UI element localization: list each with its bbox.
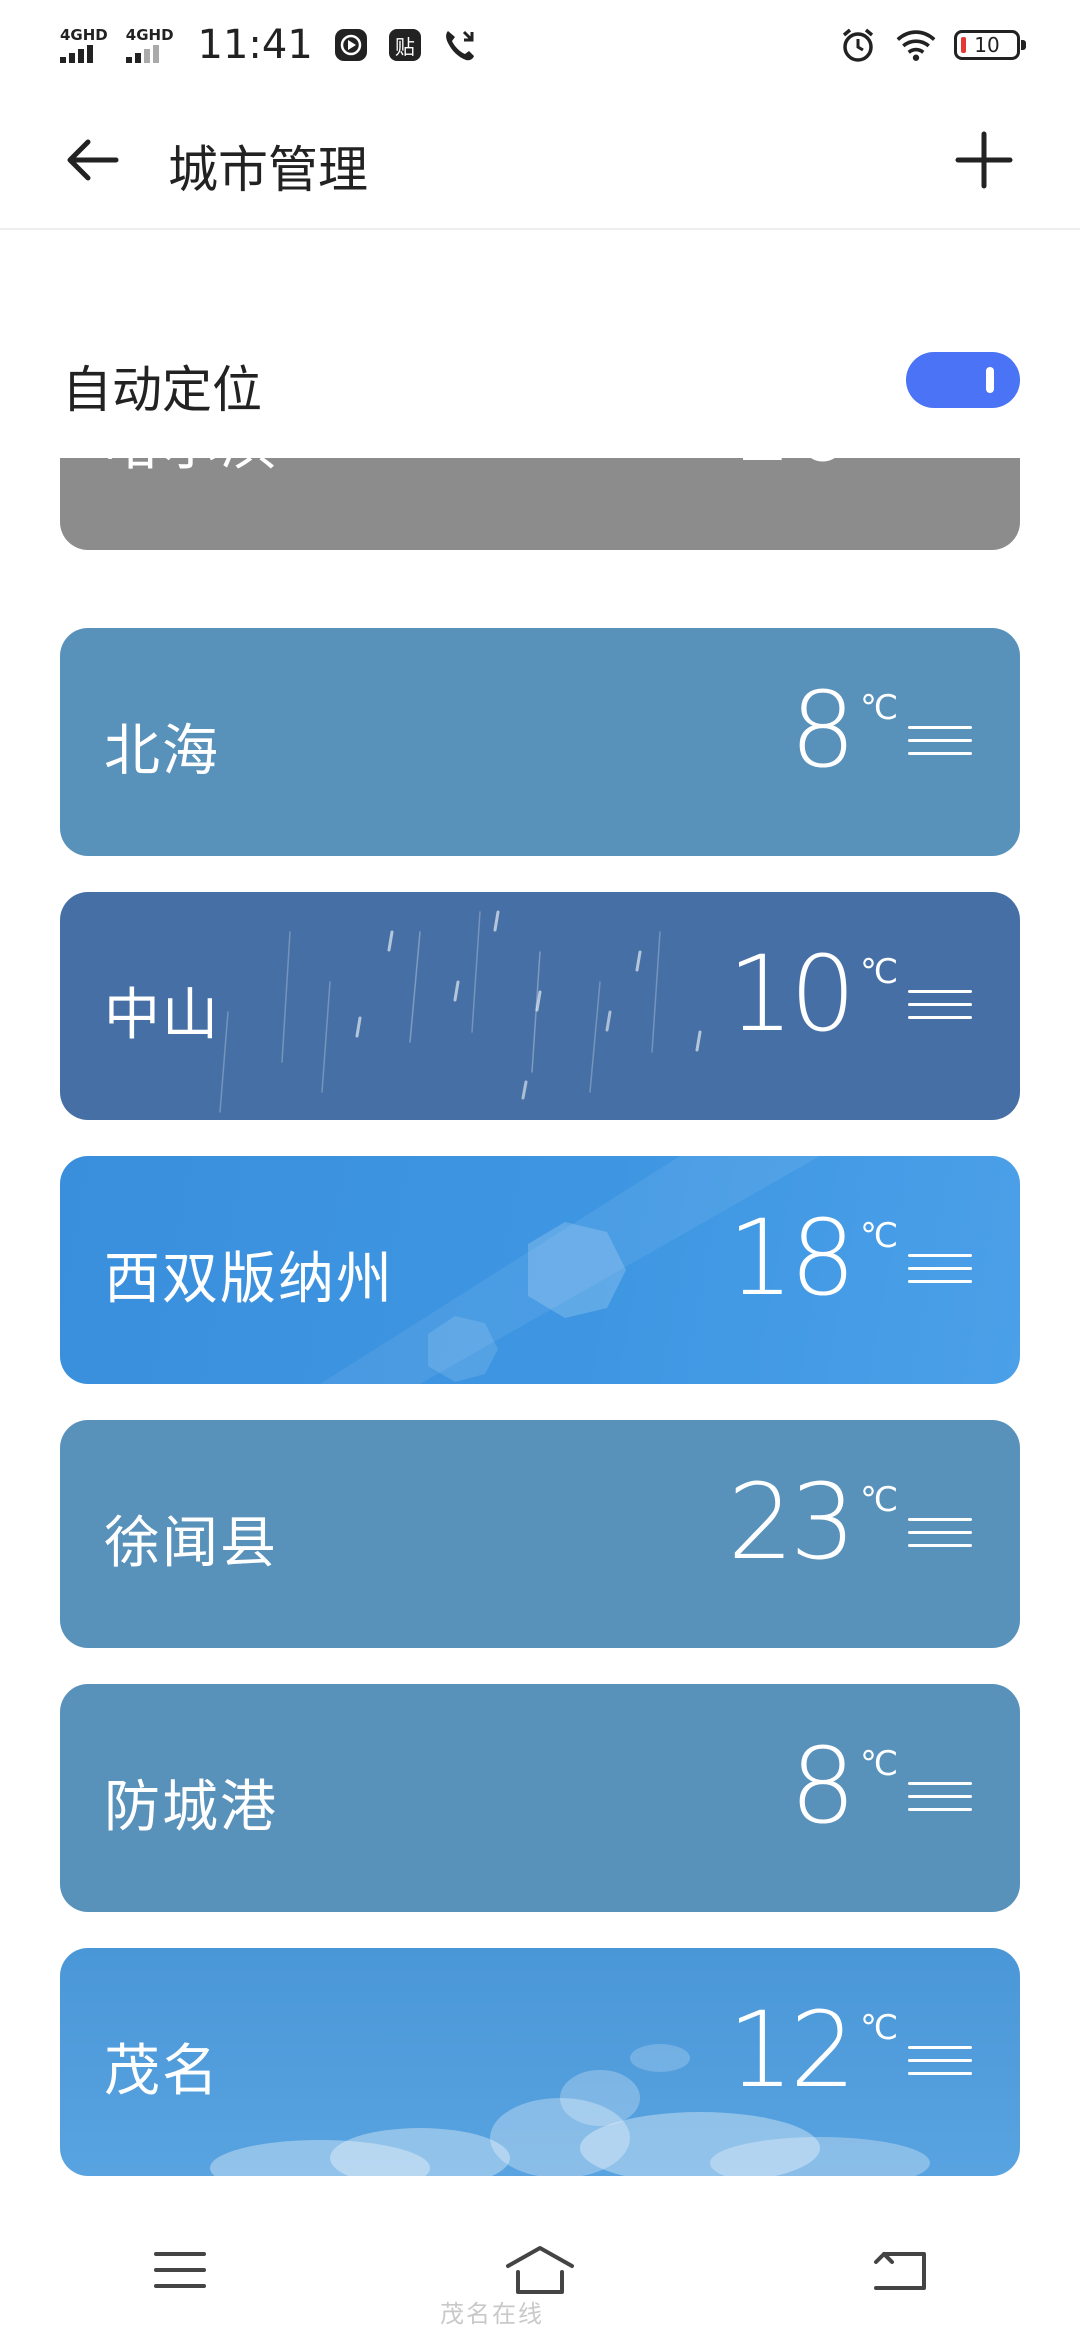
status-left: 4GHD 4GHD 11:41 贴 bbox=[60, 22, 479, 68]
status-time: 11:41 bbox=[197, 22, 313, 68]
page-title: 城市管理 bbox=[168, 141, 368, 199]
back-nav-button[interactable] bbox=[850, 2230, 950, 2310]
city-temperature: -10 bbox=[694, 458, 856, 476]
menu-icon bbox=[154, 2252, 206, 2288]
temperature-unit: ℃ bbox=[860, 952, 899, 992]
signal-icon: 4GHD bbox=[125, 25, 174, 63]
city-name: 徐闻县 bbox=[104, 1511, 278, 1576]
drag-handle-icon[interactable] bbox=[908, 726, 972, 760]
temperature-unit: ℃ bbox=[860, 688, 899, 728]
signal-bars bbox=[125, 44, 159, 63]
signal-label: 4GHD bbox=[125, 25, 174, 44]
drag-handle-icon[interactable] bbox=[908, 1518, 972, 1552]
city-name: 茂名 bbox=[104, 2039, 220, 2104]
city-name: 哈尔滨 bbox=[104, 458, 278, 481]
app-bar: 城市管理 bbox=[0, 90, 1080, 230]
home-icon bbox=[506, 2246, 574, 2294]
toggle-knob bbox=[986, 367, 994, 393]
city-temperature: 12 bbox=[727, 1989, 856, 2111]
drag-handle-icon[interactable] bbox=[908, 2046, 972, 2080]
city-temperature: 18 bbox=[727, 1197, 856, 1319]
temperature-unit: ℃ bbox=[860, 1744, 899, 1784]
signal-bars bbox=[60, 44, 93, 63]
status-right: 10 bbox=[838, 25, 1026, 65]
alarm-icon bbox=[838, 25, 878, 65]
city-temperature: 23 bbox=[727, 1461, 856, 1583]
back-arrow-icon bbox=[67, 139, 119, 181]
city-temperature: 8 bbox=[789, 669, 856, 791]
plus-icon bbox=[955, 131, 1013, 189]
city-name: 防城港 bbox=[104, 1775, 278, 1840]
auto-location-toggle[interactable] bbox=[906, 352, 1020, 408]
drag-handle-icon[interactable] bbox=[908, 990, 972, 1024]
city-list: 哈尔滨 -10 ℃ 北海 8 ℃ bbox=[60, 458, 1020, 2180]
city-card[interactable]: 徐闻县 23 ℃ bbox=[60, 1420, 1020, 1648]
temperature-unit: ℃ bbox=[860, 2008, 899, 2048]
battery-level: 10 bbox=[974, 33, 1000, 57]
play-icon bbox=[331, 25, 371, 65]
city-card[interactable]: 西双版纳州 18 ℃ bbox=[60, 1156, 1020, 1384]
temperature-unit: ℃ bbox=[860, 1480, 899, 1520]
wifi-icon bbox=[896, 25, 936, 65]
city-temperature: 10 bbox=[727, 933, 856, 1055]
menu-button[interactable] bbox=[130, 2230, 230, 2310]
city-card[interactable]: 哈尔滨 -10 ℃ bbox=[60, 458, 1020, 550]
status-bar: 4GHD 4GHD 11:41 贴 10 bbox=[0, 0, 1080, 90]
city-name: 西双版纳州 bbox=[104, 1247, 394, 1312]
signal-label: 4GHD bbox=[60, 25, 108, 44]
city-name: 中山 bbox=[104, 983, 220, 1048]
watermark: 茂名在线 bbox=[440, 2300, 544, 2328]
add-city-button[interactable] bbox=[952, 128, 1016, 192]
city-card[interactable]: 中山 10 ℃ bbox=[60, 892, 1020, 1120]
call-icon bbox=[439, 25, 479, 65]
auto-location-label: 自动定位 bbox=[62, 361, 262, 419]
back-icon bbox=[874, 2252, 926, 2290]
city-name: 北海 bbox=[104, 719, 220, 784]
auto-location-row: 自动定位 bbox=[62, 340, 1020, 420]
city-card[interactable]: 防城港 8 ℃ bbox=[60, 1684, 1020, 1912]
city-card[interactable]: 茂名 12 ℃ bbox=[60, 1948, 1020, 2176]
drag-handle-icon[interactable] bbox=[908, 1254, 972, 1288]
sticker-icon: 贴 bbox=[388, 29, 421, 61]
signal-icon: 4GHD bbox=[60, 25, 108, 63]
battery-icon: 10 bbox=[954, 30, 1026, 60]
drag-handle-icon[interactable] bbox=[908, 1782, 972, 1816]
city-temperature: 8 bbox=[789, 1725, 856, 1847]
city-card[interactable]: 北海 8 ℃ bbox=[60, 628, 1020, 856]
temperature-unit: ℃ bbox=[860, 1216, 899, 1256]
back-button[interactable] bbox=[60, 128, 124, 192]
